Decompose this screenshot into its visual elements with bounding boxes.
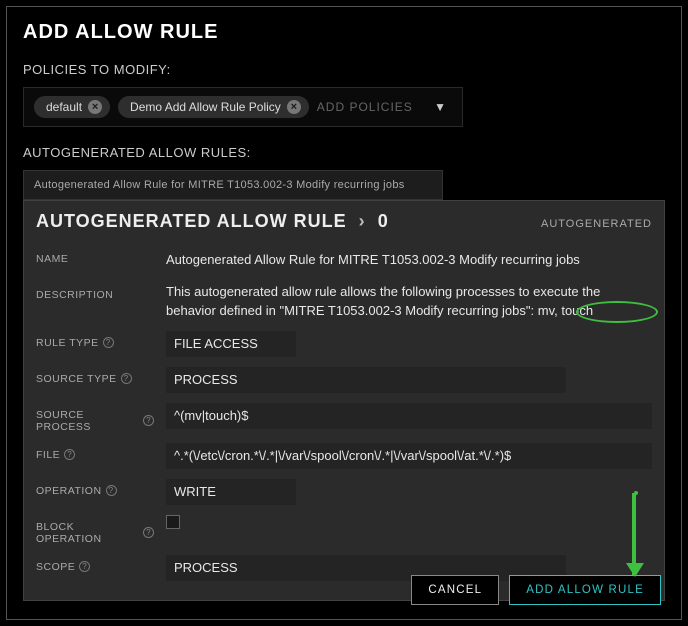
dialog-footer: CANCEL ADD ALLOW RULE	[411, 575, 661, 605]
field-blockoperation: BLOCK OPERATION ?	[36, 510, 652, 550]
cancel-button[interactable]: CANCEL	[411, 575, 499, 605]
remove-icon[interactable]: ×	[287, 100, 301, 114]
help-icon[interactable]: ?	[143, 415, 154, 426]
field-name: NAME Autogenerated Allow Rule for MITRE …	[36, 242, 652, 278]
help-icon[interactable]: ?	[103, 337, 114, 348]
value-description: This autogenerated allow rule allows the…	[166, 283, 652, 321]
policy-chip[interactable]: Demo Add Allow Rule Policy ×	[118, 96, 309, 118]
rule-form: NAME Autogenerated Allow Rule for MITRE …	[36, 242, 652, 586]
chip-label: Demo Add Allow Rule Policy	[130, 100, 281, 114]
help-icon[interactable]: ?	[64, 449, 75, 460]
label-text: BLOCK OPERATION	[36, 521, 139, 545]
autogenerated-tag: AUTOGENERATED	[541, 218, 652, 230]
remove-icon[interactable]: ×	[88, 100, 102, 114]
breadcrumb-index: 0	[378, 211, 389, 231]
dialog-add-allow-rule: ADD ALLOW RULE POLICIES TO MODIFY: defau…	[6, 6, 682, 620]
label-text: SOURCE TYPE	[36, 373, 117, 385]
field-ruletype: RULE TYPE ? FILE ACCESS	[36, 326, 652, 362]
label-text: SCOPE	[36, 561, 75, 573]
field-file: FILE ? ^.*(\/etc\/cron.*\/.*|\/var\/spoo…	[36, 438, 652, 474]
label-text: OPERATION	[36, 485, 102, 497]
checkbox[interactable]	[166, 515, 180, 529]
label-ruletype: RULE TYPE ?	[36, 331, 154, 349]
label-operation: OPERATION ?	[36, 479, 154, 497]
field-sourcetype: SOURCE TYPE ? PROCESS	[36, 362, 652, 398]
chevron-down-icon[interactable]: ▼	[428, 100, 452, 114]
label-blockoperation: BLOCK OPERATION ?	[36, 515, 154, 545]
label-scope: SCOPE ?	[36, 555, 154, 573]
label-sourcetype: SOURCE TYPE ?	[36, 367, 154, 385]
help-icon[interactable]: ?	[106, 485, 117, 496]
rule-tab[interactable]: Autogenerated Allow Rule for MITRE T1053…	[23, 170, 443, 200]
add-allow-rule-button[interactable]: ADD ALLOW RULE	[509, 575, 661, 605]
label-sourceprocess: SOURCE PROCESS ?	[36, 403, 154, 433]
field-sourceprocess: SOURCE PROCESS ? ^(mv|touch)$	[36, 398, 652, 438]
label-file: FILE ?	[36, 443, 154, 461]
add-policies-placeholder: ADD POLICIES	[317, 100, 420, 114]
chevron-right-icon: ›	[353, 211, 372, 231]
field-operation: OPERATION ? WRITE	[36, 474, 652, 510]
label-text: SOURCE PROCESS	[36, 409, 139, 433]
page-title: ADD ALLOW RULE	[23, 21, 665, 44]
value-operation[interactable]: WRITE	[166, 479, 296, 505]
policy-chip[interactable]: default ×	[34, 96, 110, 118]
breadcrumb-base: AUTOGENERATED ALLOW RULE	[36, 211, 347, 231]
label-description: DESCRIPTION	[36, 283, 154, 301]
breadcrumb: AUTOGENERATED ALLOW RULE › 0	[36, 211, 389, 232]
value-sourcetype[interactable]: PROCESS	[166, 367, 566, 393]
chip-label: default	[46, 100, 82, 114]
label-text: RULE TYPE	[36, 337, 99, 349]
policies-selector[interactable]: default × Demo Add Allow Rule Policy × A…	[23, 87, 463, 127]
value-sourceprocess[interactable]: ^(mv|touch)$	[166, 403, 652, 429]
value-name: Autogenerated Allow Rule for MITRE T1053…	[166, 247, 652, 273]
policies-label: POLICIES TO MODIFY:	[23, 62, 665, 77]
rule-detail-panel: AUTOGENERATED ALLOW RULE › 0 AUTOGENERAT…	[23, 200, 665, 601]
annotation-arrow	[632, 493, 636, 575]
value-blockoperation[interactable]	[166, 515, 180, 534]
field-description: DESCRIPTION This autogenerated allow rul…	[36, 278, 652, 326]
label-name: NAME	[36, 247, 154, 265]
rules-section-label: AUTOGENERATED ALLOW RULES:	[23, 145, 665, 160]
desc-text-2: : mv, touch	[531, 303, 594, 318]
value-ruletype[interactable]: FILE ACCESS	[166, 331, 296, 357]
help-icon[interactable]: ?	[79, 561, 90, 572]
help-icon[interactable]: ?	[121, 373, 132, 384]
value-file[interactable]: ^.*(\/etc\/cron.*\/.*|\/var\/spool\/cron…	[166, 443, 652, 469]
help-icon[interactable]: ?	[143, 527, 154, 538]
label-text: FILE	[36, 449, 60, 461]
